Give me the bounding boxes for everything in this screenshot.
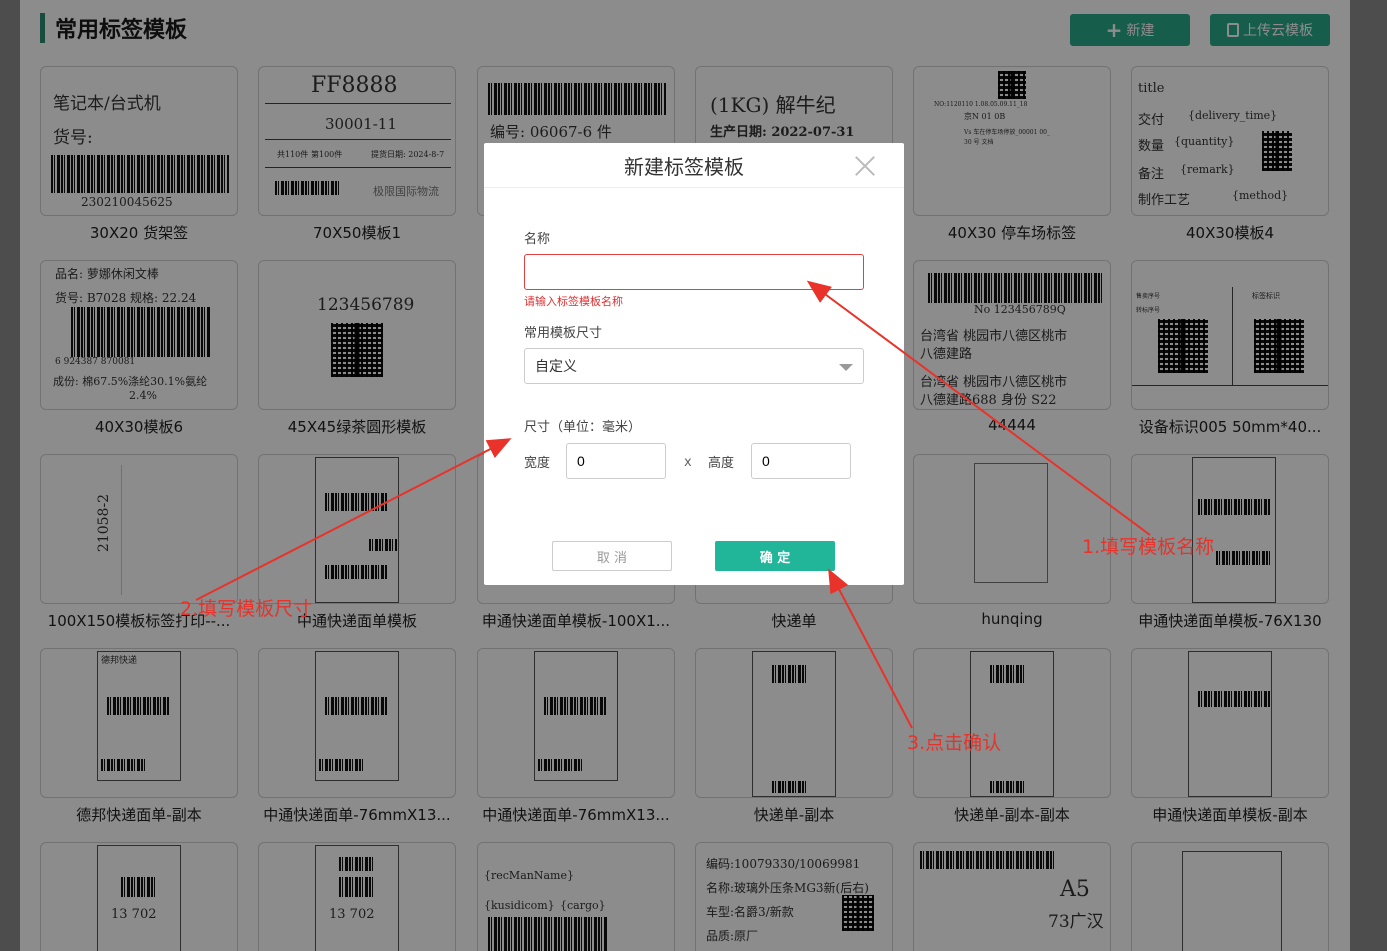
arrow-step1 bbox=[806, 280, 1151, 536]
arrow-step3 bbox=[828, 568, 913, 729]
annotation-step3: 3.点击确认 bbox=[907, 732, 1002, 754]
arrow-step2 bbox=[195, 438, 512, 601]
annotation-step1: 1.填写模板名称 bbox=[1082, 536, 1215, 558]
annotation-step2: 2.填写模板尺寸 bbox=[180, 598, 313, 620]
annotation-arrows bbox=[195, 280, 1151, 729]
